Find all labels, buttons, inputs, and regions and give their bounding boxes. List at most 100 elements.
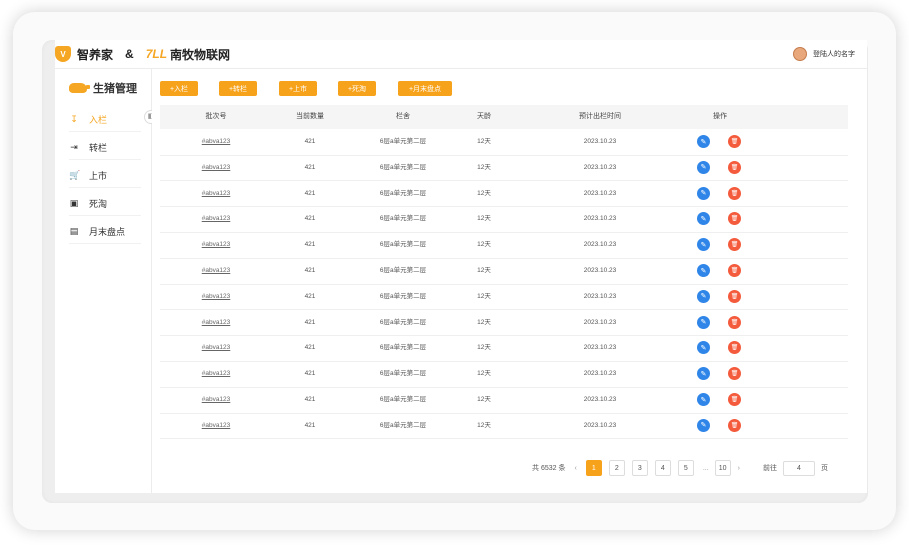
edit-icon[interactable]: ✎	[697, 418, 710, 432]
table-cell: 421	[304, 421, 316, 429]
import-icon: ↧	[70, 113, 78, 124]
batch-link[interactable]: #abva123	[202, 181, 231, 206]
table-cell: 2023.10.23	[583, 267, 617, 274]
toolbar-button[interactable]: +入栏	[160, 81, 198, 96]
table-cell: 6层a单元第二层	[379, 215, 427, 223]
delete-icon[interactable]: 🗑	[728, 341, 741, 355]
toolbar-button[interactable]: +上市	[279, 81, 317, 96]
table-cell: 2023.10.23	[583, 138, 617, 145]
table-cell: 2023.10.23	[583, 318, 617, 326]
batch-link[interactable]: #abva123	[202, 155, 231, 180]
batch-link[interactable]: #abva123	[202, 232, 231, 257]
delete-icon[interactable]: 🗑	[728, 367, 741, 381]
toolbar-button[interactable]: +死淘	[338, 81, 376, 96]
edit-icon[interactable]: ✎	[697, 160, 710, 174]
table-row: #abva123 421 6层a单元第二层 12天 2023.10.23 ✎ 🗑	[160, 413, 848, 440]
table-cell: 12天	[477, 370, 491, 378]
delete-icon[interactable]: 🗑	[728, 238, 741, 252]
edit-icon[interactable]: ✎	[697, 289, 710, 303]
batch-link[interactable]: #abva123	[202, 413, 231, 438]
goto-page-input[interactable]: 4	[783, 460, 815, 476]
sidebar-item[interactable]: ▣ 死淘	[69, 191, 141, 216]
avatar[interactable]	[793, 47, 807, 61]
delete-icon[interactable]: 🗑	[728, 264, 741, 277]
sidebar-item[interactable]: ▤ 月末盘点	[69, 219, 141, 244]
edit-icon[interactable]: ✎	[697, 212, 710, 226]
table-row: #abva123 421 6层a单元第二层 12天 2023.10.23 ✎ 🗑	[160, 181, 848, 208]
batch-link[interactable]: #abva123	[202, 335, 231, 360]
page-button[interactable]: 1	[585, 460, 602, 476]
table-cell: 421	[304, 344, 316, 352]
sidebar-item-label: 入栏	[89, 114, 108, 125]
table-header: 批次号 当前数量 栏舍 天龄 预计出栏时间 操作	[160, 105, 848, 129]
page-button[interactable]: 2	[608, 460, 625, 476]
table-cell: 2023.10.23	[583, 215, 617, 223]
batch-link[interactable]: #abva123	[202, 310, 231, 335]
table-cell: 2023.10.23	[583, 370, 617, 378]
brand-separator: &	[125, 47, 134, 61]
batch-link[interactable]: #abva123	[202, 206, 231, 231]
table-cell: 421	[304, 267, 316, 274]
batch-link[interactable]: #abva123	[202, 284, 231, 309]
table-cell: 12天	[477, 318, 491, 326]
table-cell: 6层a单元第二层	[379, 370, 427, 378]
sidebar-item[interactable]: ⇥ 转栏	[69, 135, 141, 160]
table-cell: 6层a单元第二层	[379, 163, 427, 171]
edit-icon[interactable]: ✎	[697, 238, 710, 252]
table-cell: 2023.10.23	[583, 344, 617, 352]
page-button-last[interactable]: 10	[714, 460, 731, 476]
table-row: #abva123 421 6层a单元第二层 12天 2023.10.23 ✎ 🗑	[160, 129, 848, 156]
toolbar-button[interactable]: +月末盘点	[398, 81, 452, 96]
brand: V 智养家 & 7LL 南牧物联网	[55, 40, 230, 68]
user-name[interactable]: 登陆人的名字	[813, 49, 855, 59]
table-cell: 6层a单元第二层	[379, 396, 427, 403]
pagination: 共 6532 条 ‹ 12345 ... 10 › 前往 4 页	[532, 460, 828, 476]
column-header: 操作	[713, 113, 727, 120]
table-cell: 421	[304, 396, 316, 403]
page-button[interactable]: 3	[631, 460, 648, 476]
user-menu[interactable]: 登陆人的名字	[793, 40, 855, 68]
delete-icon[interactable]: 🗑	[728, 315, 741, 329]
delete-icon[interactable]: 🗑	[728, 289, 741, 303]
table-cell: 6层a单元第二层	[379, 318, 427, 326]
edit-icon[interactable]: ✎	[697, 264, 710, 277]
batch-link[interactable]: #abva123	[202, 387, 231, 412]
edit-icon[interactable]: ✎	[697, 135, 710, 148]
delete-icon[interactable]: 🗑	[728, 212, 741, 226]
batch-link[interactable]: #abva123	[202, 361, 231, 386]
edit-icon[interactable]: ✎	[697, 186, 710, 200]
table-cell: 421	[304, 370, 316, 378]
edit-icon[interactable]: ✎	[697, 367, 710, 381]
edit-icon[interactable]: ✎	[697, 341, 710, 355]
next-page-button[interactable]: ›	[738, 465, 740, 472]
table-cell: 2023.10.23	[583, 241, 617, 249]
top-bar: V 智养家 & 7LL 南牧物联网 登陆人的名字	[55, 40, 867, 69]
table-cell: 6层a单元第二层	[379, 421, 427, 429]
table-cell: 421	[304, 189, 316, 197]
page-button[interactable]: 4	[654, 460, 671, 476]
table-cell: 12天	[477, 241, 491, 249]
table-cell: 12天	[477, 189, 491, 197]
batch-link[interactable]: #abva123	[202, 129, 231, 154]
brand2-logo-icon: 7LL	[145, 47, 168, 61]
delete-icon[interactable]: 🗑	[728, 186, 741, 200]
delete-icon[interactable]: 🗑	[728, 393, 741, 406]
table-row: #abva123 421 6层a单元第二层 12天 2023.10.23 ✎ 🗑	[160, 284, 848, 311]
edit-icon[interactable]: ✎	[697, 315, 710, 329]
sidebar-title-text: 生猪管理	[93, 83, 137, 95]
sidebar-item[interactable]: 🛒 上市	[69, 163, 141, 188]
brand2-name: 南牧物联网	[170, 47, 231, 62]
cull-icon: ▣	[69, 197, 79, 208]
batch-link[interactable]: #abva123	[202, 258, 231, 283]
page-button[interactable]: 5	[677, 460, 694, 476]
sidebar-item[interactable]: ↧ 入栏	[69, 107, 141, 132]
delete-icon[interactable]: 🗑	[728, 418, 741, 432]
delete-icon[interactable]: 🗑	[728, 160, 741, 174]
edit-icon[interactable]: ✎	[697, 393, 710, 406]
table-cell: 421	[304, 292, 316, 300]
toolbar-button[interactable]: +转栏	[219, 81, 257, 96]
delete-icon[interactable]: 🗑	[728, 135, 741, 148]
prev-page-button[interactable]: ‹	[574, 465, 576, 472]
table-cell: 12天	[477, 292, 491, 300]
sidebar-item-label: 死淘	[89, 198, 108, 209]
